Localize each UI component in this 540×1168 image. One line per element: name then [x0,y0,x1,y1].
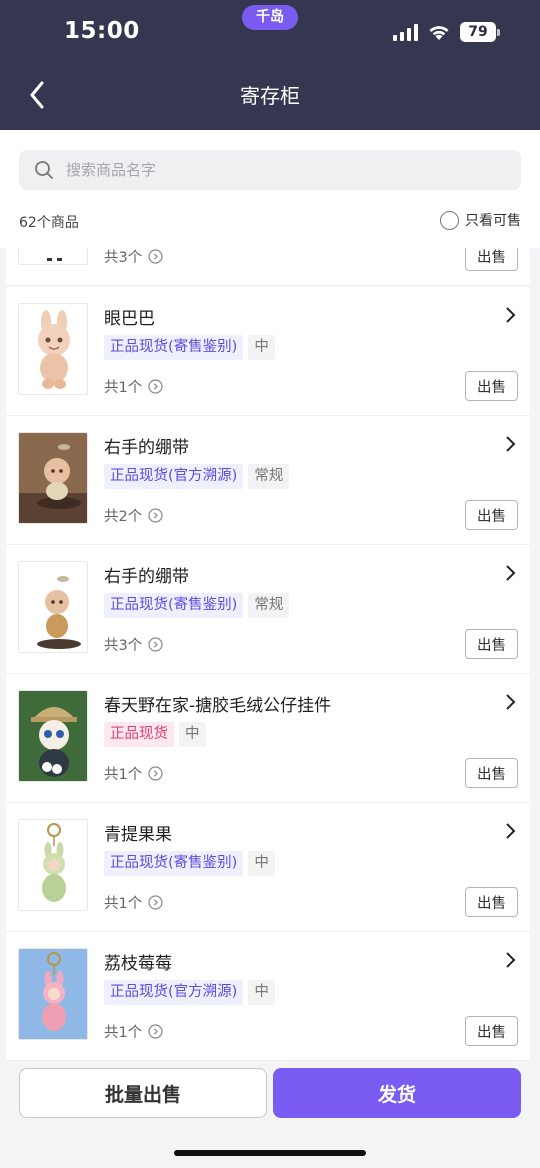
wifi-icon [429,26,449,40]
tag-group: 正品现货(官方溯源) 中 [104,980,275,1005]
chevron-right-icon[interactable] [504,306,516,324]
battery-icon: 79 [460,22,500,42]
filter-label: 只看可售 [465,213,521,229]
figure-image-icon [19,691,87,781]
product-image-icon [19,248,87,264]
quantity-label[interactable]: 共1个 [104,892,163,913]
tag-group: 正品现货(寄售鉴别) 常规 [104,593,290,618]
quantity-label[interactable]: 共2个 [104,505,163,526]
sell-button[interactable]: 出售 [465,371,518,401]
product-thumbnail[interactable] [18,690,88,782]
chevron-circle-icon[interactable] [148,895,163,910]
keychain-image-icon [19,949,87,1039]
figure-image-icon [19,433,87,523]
signal-icon [393,23,418,41]
item-list[interactable]: 共3个 出售 眼巴巴 正品现货(寄售鉴别) 中 共1个 出售 右手的绷带 正品现… [0,248,540,1061]
product-name[interactable]: 荔枝莓莓 [104,949,172,974]
only-sellable-filter[interactable]: 只看可售 [440,210,521,230]
search-bar[interactable] [19,150,521,190]
size-tag: 中 [248,980,275,1005]
size-tag: 中 [179,722,206,747]
list-item[interactable]: 青提果果 正品现货(寄售鉴别) 中 共1个 出售 [6,803,530,932]
chevron-right-icon[interactable] [504,435,516,453]
authenticity-tag: 正品现货(寄售鉴别) [104,593,244,618]
figure-image-icon [19,562,87,652]
authenticity-tag: 正品现货(官方溯源) [104,464,244,489]
authenticity-tag: 正品现货(寄售鉴别) [104,851,244,876]
status-icons: 79 [393,20,500,44]
quantity-label[interactable]: 共3个 [104,634,163,655]
search-input[interactable] [66,161,496,179]
product-thumbnail[interactable] [18,432,88,524]
chevron-circle-icon[interactable] [148,249,163,264]
list-item[interactable]: 眼巴巴 正品现货(寄售鉴别) 中 共1个 出售 [6,287,530,416]
home-indicator[interactable] [174,1150,366,1156]
quantity-label[interactable]: 共1个 [104,763,163,784]
product-name[interactable]: 眼巴巴 [104,304,155,329]
batch-sell-button[interactable]: 批量出售 [19,1068,267,1118]
quantity-label[interactable]: 共3个 [104,248,163,267]
search-icon [35,161,53,179]
authenticity-tag: 正品现货(寄售鉴别) [104,335,244,360]
quantity-label[interactable]: 共1个 [104,376,163,397]
size-tag: 中 [248,335,275,360]
list-item[interactable]: 共3个 出售 [6,248,530,286]
sell-button[interactable]: 出售 [465,248,518,271]
product-thumbnail[interactable] [18,303,88,395]
chevron-right-icon[interactable] [504,693,516,711]
status-time: 15:00 [64,18,140,44]
sell-button[interactable]: 出售 [465,500,518,530]
tag-group: 正品现货 中 [104,722,206,747]
list-item[interactable]: 右手的绷带 正品现货(寄售鉴别) 常规 共3个 出售 [6,545,530,674]
bottom-action-bar: 批量出售 发货 [0,1061,540,1168]
product-thumbnail[interactable] [18,948,88,1040]
chevron-right-icon[interactable] [504,822,516,840]
chevron-circle-icon[interactable] [148,379,163,394]
chevron-circle-icon[interactable] [148,637,163,652]
authenticity-tag: 正品现货(官方溯源) [104,980,244,1005]
list-item[interactable]: 右手的绷带 正品现货(官方溯源) 常规 共2个 出售 [6,416,530,545]
product-name[interactable]: 春天野在家-搪胶毛绒公仔挂件 [104,691,331,716]
figure-image-icon [19,304,87,394]
product-name[interactable]: 青提果果 [104,820,172,845]
product-thumbnail[interactable] [18,819,88,911]
tag-group: 正品现货(官方溯源) 常规 [104,464,290,489]
product-thumbnail[interactable] [18,561,88,653]
top-bar: 15:00 千岛 79 寄存柜 [0,0,540,130]
page-title: 寄存柜 [240,84,300,108]
quantity-label[interactable]: 共1个 [104,1021,163,1042]
chevron-right-icon[interactable] [504,564,516,582]
ship-button[interactable]: 发货 [273,1068,521,1118]
keychain-image-icon [19,820,87,910]
product-name[interactable]: 右手的绷带 [104,433,189,458]
app-badge[interactable]: 千岛 [242,5,298,30]
tag-group: 正品现货(寄售鉴别) 中 [104,851,275,876]
authenticity-tag: 正品现货 [104,722,174,747]
sell-button[interactable]: 出售 [465,1016,518,1046]
sell-button[interactable]: 出售 [465,629,518,659]
product-name[interactable]: 右手的绷带 [104,562,189,587]
size-tag: 常规 [248,593,290,618]
tag-group: 正品现货(寄售鉴别) 中 [104,335,275,360]
size-tag: 常规 [248,464,290,489]
chevron-circle-icon[interactable] [148,508,163,523]
item-count: 62个商品 [19,215,79,231]
battery-level: 79 [460,22,496,42]
search-area: 62个商品 只看可售 [0,130,540,248]
sell-button[interactable]: 出售 [465,887,518,917]
list-item[interactable]: 春天野在家-搪胶毛绒公仔挂件 正品现货 中 共1个 出售 [6,674,530,803]
chevron-circle-icon[interactable] [148,1024,163,1039]
radio-unchecked-icon[interactable] [440,210,459,230]
list-item[interactable]: 荔枝莓莓 正品现货(官方溯源) 中 共1个 出售 [6,932,530,1061]
sell-button[interactable]: 出售 [465,758,518,788]
product-thumbnail[interactable] [18,248,88,265]
size-tag: 中 [248,851,275,876]
chevron-right-icon[interactable] [504,951,516,969]
chevron-circle-icon[interactable] [148,766,163,781]
